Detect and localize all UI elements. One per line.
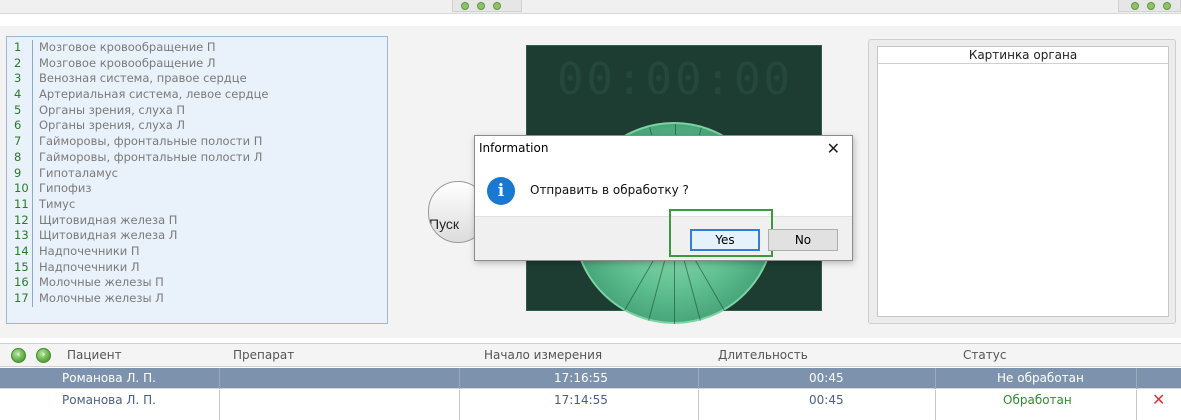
organ-picture-title: Картинка органа <box>878 47 1168 64</box>
status-dot-icon <box>1147 2 1155 10</box>
status-dot-icon <box>1163 2 1171 10</box>
cell-start: 17:16:55 <box>554 371 608 385</box>
column-divider <box>219 368 220 389</box>
timer-display: 00:00:00 <box>557 54 793 105</box>
column-header-start[interactable]: Начало измерения <box>484 348 602 362</box>
column-header-duration[interactable]: Длительность <box>718 348 808 362</box>
column-divider <box>698 410 699 420</box>
list-item[interactable]: 14 Надпочечники П <box>11 243 387 260</box>
cell-patient: Романова Л. П. <box>62 371 156 385</box>
information-dialog: Information ✕ i Отправить в обработку ? … <box>474 135 853 261</box>
column-divider <box>459 410 460 420</box>
column-divider <box>935 368 936 389</box>
column-divider <box>459 390 460 411</box>
status-dot-icon <box>461 2 469 10</box>
column-header-drug[interactable]: Препарат <box>233 348 294 362</box>
column-divider <box>1136 390 1137 411</box>
list-item[interactable]: 10 Гипофиз <box>11 181 387 197</box>
list-item[interactable]: 11 Тимус <box>11 196 387 213</box>
delete-icon[interactable]: ✕ <box>1152 391 1165 409</box>
list-item[interactable]: 3 Венозная система, правое сердце <box>11 71 387 88</box>
column-divider <box>459 368 460 389</box>
organ-picture-area: Картинка органа <box>877 46 1169 317</box>
list-item[interactable]: 5 Органы зрения, слуха П <box>11 102 387 119</box>
organ-picture-panel: Картинка органа <box>868 39 1176 324</box>
list-item[interactable]: 12 Щитовидная железа П <box>11 212 387 229</box>
list-item[interactable]: 8 Гайморовы, фронтальные полости Л <box>11 149 387 166</box>
next-arrow-icon[interactable]: › <box>36 348 51 363</box>
yes-button[interactable]: Yes <box>690 229 760 251</box>
cell-duration: 00:45 <box>809 371 844 385</box>
prev-arrow-icon[interactable]: ‹ <box>11 348 26 363</box>
cell-patient: Романова Л. П. <box>62 393 156 407</box>
dialog-footer: Yes No <box>475 209 852 260</box>
no-button[interactable]: No <box>768 229 838 251</box>
top-tab[interactable] <box>452 0 522 12</box>
close-icon[interactable]: ✕ <box>827 139 840 158</box>
table-header: ‹ › Пациент Препарат Начало измерения Дл… <box>0 343 1181 367</box>
cell-start: 17:14:55 <box>554 393 608 407</box>
cell-status: Не обработан <box>997 371 1084 385</box>
table-row[interactable]: Романова Л. П. 17:14:55 00:45 Обработан … <box>0 390 1181 411</box>
dialog-message: Отправить в обработку ? <box>530 183 689 197</box>
column-divider <box>1136 410 1137 420</box>
column-divider <box>698 390 699 411</box>
top-tab[interactable] <box>1118 0 1181 12</box>
column-divider <box>219 410 220 420</box>
table-row[interactable]: Романова Л. П. 17:16:55 00:45 Не обработ… <box>0 368 1181 389</box>
column-header-status[interactable]: Статус <box>963 348 1006 362</box>
info-icon: i <box>487 177 515 205</box>
column-divider <box>935 390 936 411</box>
column-divider <box>935 410 936 420</box>
organ-list[interactable]: 1 Мозговое кровообращение П 2 Мозговое кро… <box>6 36 388 324</box>
list-item[interactable]: 1 Мозговое кровообращение П <box>11 40 387 56</box>
column-divider <box>219 390 220 411</box>
table-row <box>0 410 1181 420</box>
top-toolbar-strip <box>0 0 1181 14</box>
list-item[interactable]: 4 Артериальная система, левое сердце <box>11 87 387 103</box>
list-item[interactable]: 16 Молочные железы П <box>11 275 387 291</box>
list-item[interactable]: 13 Щитовидная железа Л <box>11 228 387 244</box>
status-dot-icon <box>493 2 501 10</box>
list-item[interactable]: 2 Мозговое кровообращение Л <box>11 55 387 72</box>
column-divider <box>698 368 699 389</box>
dialog-title: Information <box>479 141 549 155</box>
cell-status: Обработан <box>1003 393 1072 407</box>
list-item[interactable]: 9 Гипоталамус <box>11 165 387 182</box>
column-divider <box>1136 368 1137 389</box>
list-item[interactable]: 15 Надпочечники Л <box>11 259 387 276</box>
status-dot-icon <box>477 2 485 10</box>
list-item[interactable]: 7 Гайморовы, фронтальные полости П <box>11 134 387 150</box>
column-header-patient[interactable]: Пациент <box>67 348 122 362</box>
list-item[interactable]: 17 Молочные железы Л <box>11 291 387 307</box>
list-item[interactable]: 6 Органы зрения, слуха Л <box>11 118 387 135</box>
status-dot-icon <box>1131 2 1139 10</box>
cell-duration: 00:45 <box>809 393 844 407</box>
